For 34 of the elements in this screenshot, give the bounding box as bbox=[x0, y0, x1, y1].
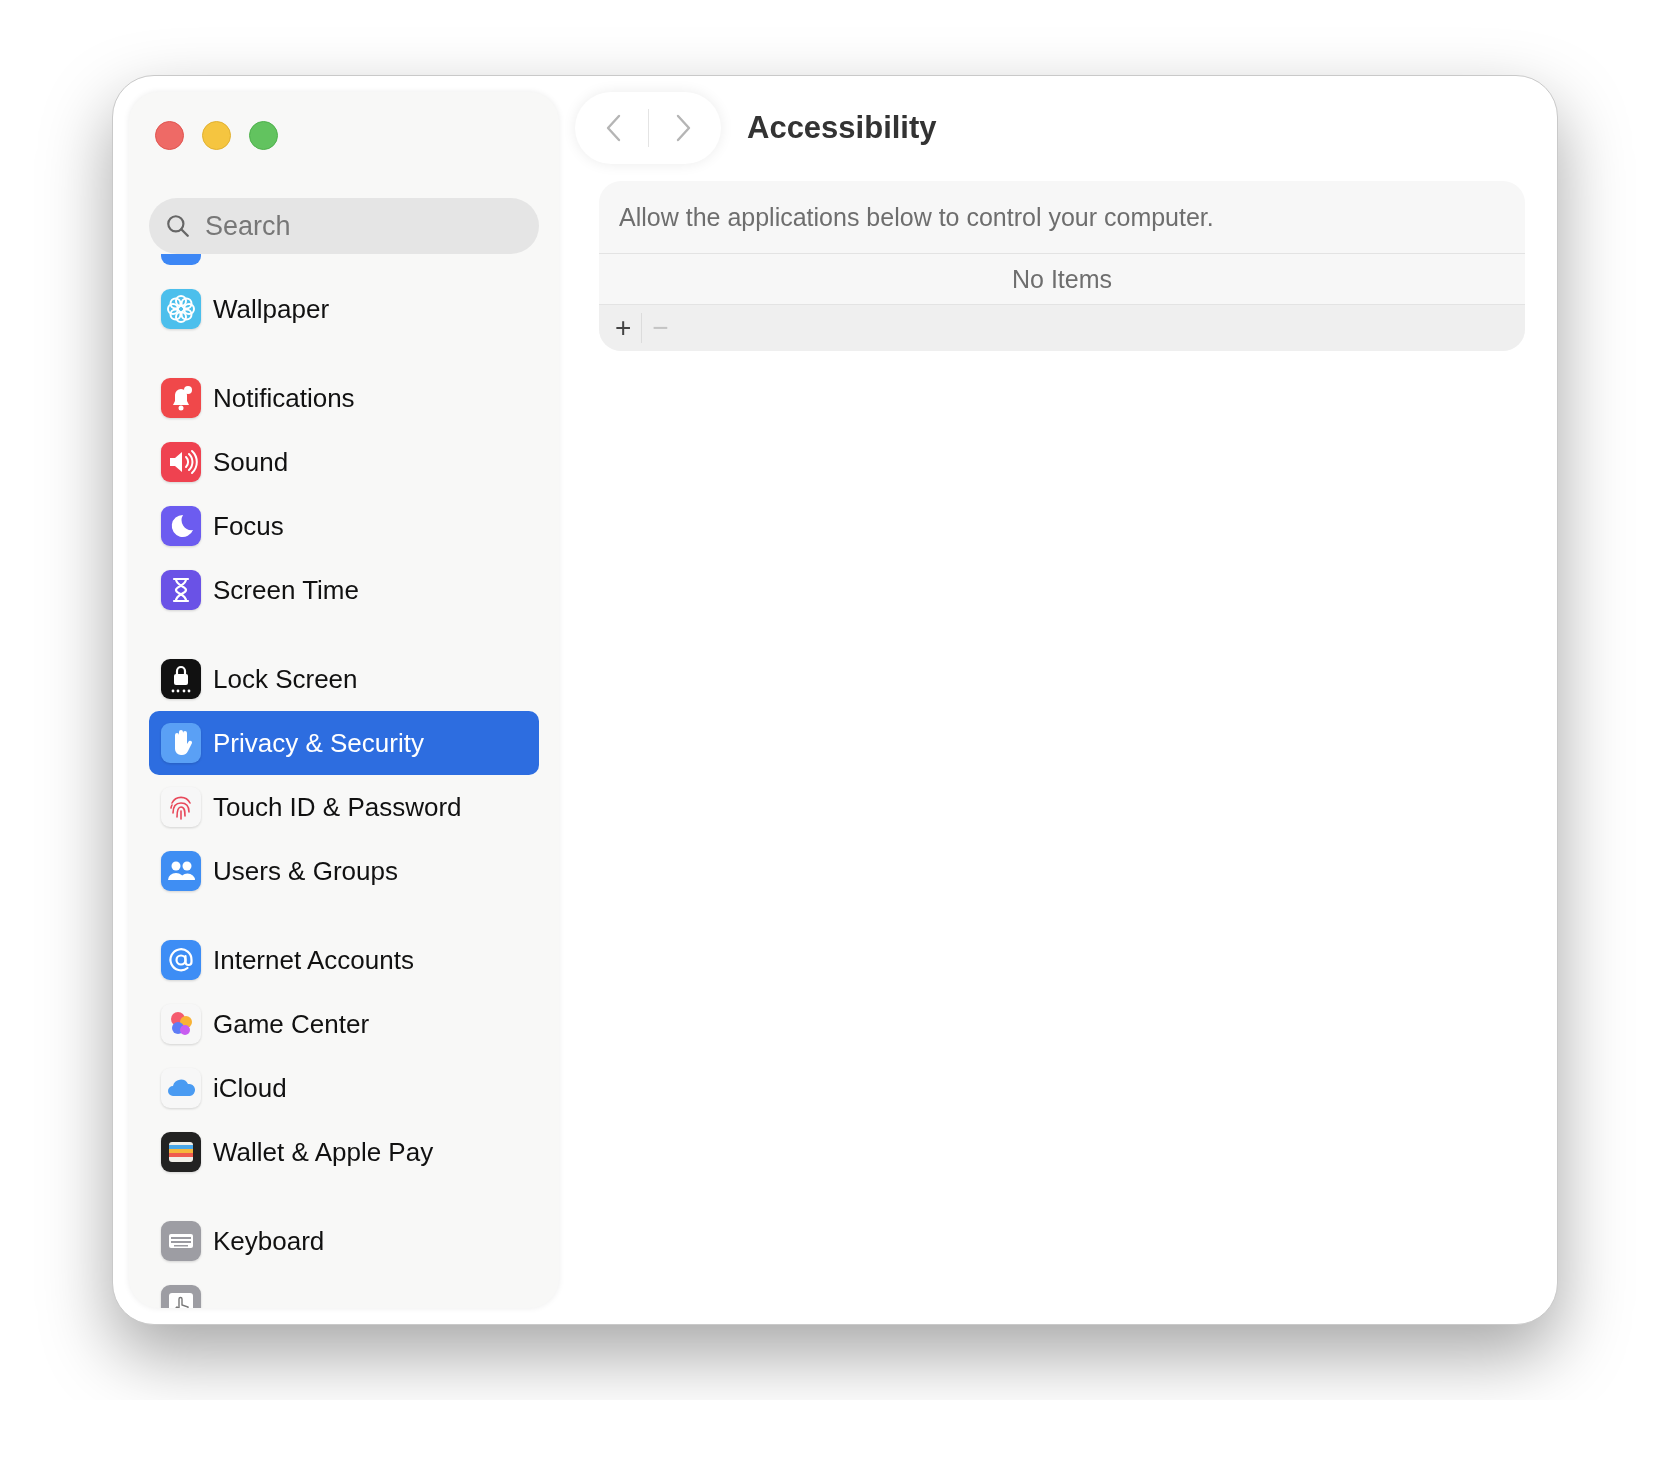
sidebar-item[interactable]: iCloud bbox=[149, 1056, 539, 1120]
hand-icon bbox=[161, 723, 201, 763]
people-icon bbox=[161, 851, 201, 891]
window-title: Accessibility bbox=[747, 110, 937, 146]
moon-icon bbox=[161, 506, 201, 546]
app-icon bbox=[161, 254, 201, 265]
sidebar-item[interactable]: Privacy & Security bbox=[149, 711, 539, 775]
sidebar-item[interactable]: Internet Accounts bbox=[149, 928, 539, 992]
sidebar-item[interactable]: Keyboard bbox=[149, 1209, 539, 1273]
close-button[interactable] bbox=[155, 120, 184, 150]
search-field[interactable]: Search bbox=[149, 198, 539, 254]
minimize-button[interactable] bbox=[202, 120, 231, 150]
wallet-icon bbox=[161, 1132, 201, 1172]
sidebar-item[interactable]: Notifications bbox=[149, 366, 539, 430]
empty-list-text: No Items bbox=[1012, 264, 1112, 294]
keyboard-icon bbox=[161, 1221, 201, 1261]
hourglass-icon bbox=[161, 570, 201, 610]
sidebar-item[interactable]: Sound bbox=[149, 430, 539, 494]
add-button[interactable]: + bbox=[605, 308, 642, 348]
description-text: Allow the applications below to control your computer. bbox=[599, 181, 1525, 254]
sidebar-item[interactable]: Game Center bbox=[149, 992, 539, 1056]
sidebar-item[interactable]: Users & Groups bbox=[149, 839, 539, 903]
bell-icon bbox=[161, 378, 201, 418]
sidebar-item[interactable]: Focus bbox=[149, 494, 539, 558]
sidebar-item[interactable]: Touch ID & Password bbox=[149, 775, 539, 839]
flower-icon bbox=[161, 289, 201, 329]
sidebar-item[interactable]: Screen Time bbox=[149, 558, 539, 622]
zoom-button[interactable] bbox=[249, 120, 278, 150]
sidebar-item[interactable]: Lock Screen bbox=[149, 647, 539, 711]
sidebar-item[interactable]: Wallet & Apple Pay bbox=[149, 1120, 539, 1184]
at-sign-icon bbox=[161, 940, 201, 980]
lock-icon bbox=[161, 659, 201, 699]
speaker-icon bbox=[161, 442, 201, 482]
sidebar-item[interactable]: Wallpaper bbox=[149, 277, 539, 341]
